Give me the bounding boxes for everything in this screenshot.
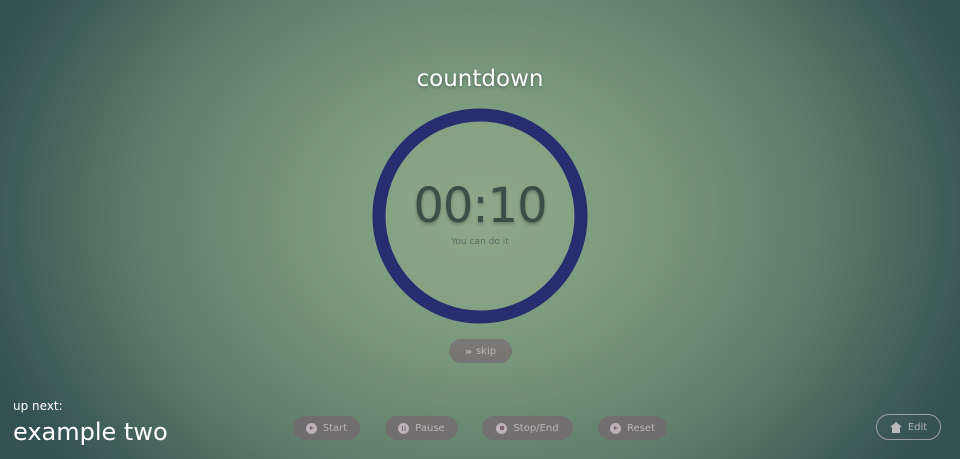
timer-ring: 00:10 You can do it: [370, 106, 590, 326]
timer-message: You can do it: [451, 237, 509, 247]
play-icon: [305, 422, 317, 434]
skip-button[interactable]: » skip: [449, 339, 512, 363]
pause-button[interactable]: Pause: [385, 416, 458, 440]
timer-title: countdown: [416, 66, 544, 92]
reset-button[interactable]: Reset: [598, 416, 667, 440]
edit-label: Edit: [907, 421, 928, 433]
pause-label: Pause: [415, 422, 445, 434]
up-next-label: up next:: [13, 399, 63, 413]
reset-label: Reset: [627, 422, 655, 434]
time-display: 00:10: [413, 178, 547, 234]
pause-icon: [398, 422, 410, 434]
stop-icon: [496, 422, 508, 434]
edit-button[interactable]: Edit: [876, 414, 941, 440]
start-button[interactable]: Start: [293, 416, 360, 440]
stop-end-button[interactable]: Stop/End: [482, 416, 573, 440]
home-icon: [889, 421, 902, 433]
stop-label: Stop/End: [513, 422, 559, 434]
reset-icon: [610, 422, 622, 434]
double-chevron-right-icon: »: [464, 344, 472, 358]
up-next-name: example two: [13, 418, 168, 446]
skip-label: skip: [475, 345, 497, 357]
start-label: Start: [322, 422, 348, 434]
